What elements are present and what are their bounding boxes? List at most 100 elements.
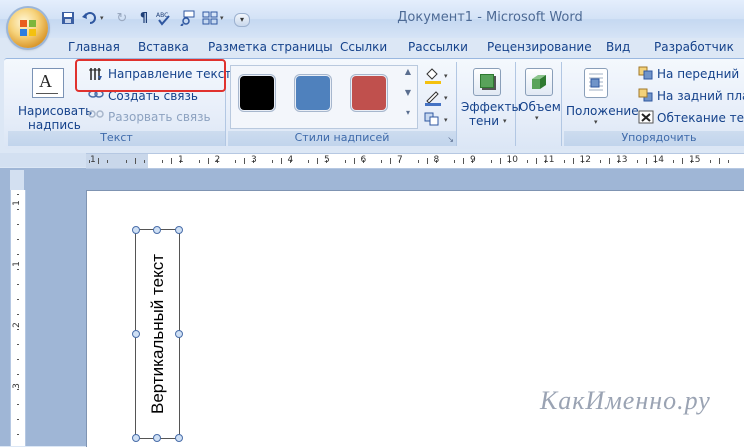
undo-dropdown-icon[interactable]: ▾: [100, 14, 104, 22]
ruler-tick: [235, 160, 237, 163]
ruler-tick: [17, 254, 19, 255]
dialog-launcher-icon[interactable]: ↘: [447, 135, 454, 144]
vertical-textbox[interactable]: Вертикальный текст: [132, 226, 183, 442]
pilcrow-icon[interactable]: ¶: [136, 10, 152, 26]
ruler-label: 6: [360, 155, 367, 165]
tab-mailings[interactable]: Рассылки: [408, 40, 468, 54]
ruler-label: 10: [506, 155, 518, 165]
resize-handle-br[interactable]: [175, 434, 183, 442]
text-group-label: Текст: [8, 131, 225, 146]
draw-textbox-label-2[interactable]: надпись: [28, 118, 81, 132]
shadow-effects-icon[interactable]: [473, 68, 501, 96]
ruler-tick: [17, 434, 19, 435]
resize-handle-tc[interactable]: [153, 226, 161, 234]
ruler-tick: [463, 158, 465, 164]
ruler-tick: [17, 344, 19, 345]
ruler-tick: [636, 160, 638, 163]
shape-fill-icon[interactable]: [424, 68, 442, 84]
ruler-tick: [271, 160, 273, 163]
ruler-tick: [499, 158, 501, 164]
shape-outline-icon[interactable]: [424, 90, 442, 106]
resize-handle-bc[interactable]: [153, 434, 161, 442]
position-icon[interactable]: [584, 68, 608, 98]
gallery-more-icon[interactable]: ▾: [402, 108, 414, 126]
gallery-scroll-down-icon[interactable]: ▼: [402, 88, 414, 106]
resize-handle-bl[interactable]: [132, 434, 140, 442]
vertical-ruler[interactable]: 1 1 2 3: [10, 190, 26, 446]
undo-icon[interactable]: [82, 10, 98, 26]
tab-page-layout[interactable]: Разметка страницы: [208, 40, 333, 54]
fill-dropdown-icon[interactable]: ▾: [444, 72, 448, 80]
ruler-label: 5: [324, 155, 330, 165]
shadow-effects-label-1[interactable]: Эффекты: [461, 100, 521, 114]
shape-dropdown-icon[interactable]: ▾: [444, 116, 448, 124]
tab-view[interactable]: Вид: [606, 40, 630, 54]
style-swatch-black[interactable]: [240, 76, 274, 110]
resize-handle-tr[interactable]: [175, 226, 183, 234]
wrap-text-icon[interactable]: [638, 110, 654, 124]
break-link-button: Разорвать связь: [108, 110, 211, 124]
resize-handle-tl[interactable]: [132, 226, 140, 234]
spellcheck-icon[interactable]: ABC: [156, 10, 172, 26]
ruler-tick: [563, 160, 565, 163]
ruler-tick: [536, 158, 538, 164]
3d-effects-label[interactable]: Объем: [519, 100, 561, 114]
3d-effects-icon[interactable]: [525, 68, 553, 96]
shadow-effects-group: Эффекты тени ▾: [459, 62, 521, 146]
shadow-effects-label-2[interactable]: тени: [469, 114, 499, 128]
ruler-label: 15: [689, 155, 701, 165]
horizontal-ruler[interactable]: 1 1 2 3 4 5 6 7 8 9 10 11 12 13 14 15: [86, 153, 744, 169]
customize-qat-icon[interactable]: ▾: [234, 13, 250, 27]
office-button[interactable]: [8, 8, 48, 48]
ruler-tick: [280, 158, 282, 164]
ruler-tick: [125, 160, 127, 163]
shadow-dropdown-icon[interactable]: ▾: [503, 117, 507, 125]
ruler-tick: [727, 160, 729, 163]
position-dropdown-icon[interactable]: ▾: [594, 118, 598, 126]
ruler-tick: [244, 158, 246, 164]
ruler-tick: [17, 389, 19, 390]
layout-dropdown-icon[interactable]: ▾: [220, 14, 224, 22]
draw-textbox-label-1[interactable]: Нарисовать: [18, 104, 92, 118]
arrange-group: Положение ▾ На передний план На задний п…: [564, 62, 744, 146]
tab-insert[interactable]: Вставка: [138, 40, 189, 54]
3d-dropdown-icon[interactable]: ▾: [535, 114, 539, 122]
tab-developer[interactable]: Разработчик: [654, 40, 734, 54]
style-swatch-red[interactable]: [352, 76, 386, 110]
layout-icon[interactable]: [202, 10, 218, 26]
resize-handle-mr[interactable]: [175, 330, 183, 338]
tab-home[interactable]: Главная: [68, 40, 120, 54]
style-swatch-blue[interactable]: [296, 76, 330, 110]
textbox-styles-label: Стили надписей: [228, 131, 456, 146]
ruler-label: 11: [543, 155, 555, 165]
ruler-label: 3: [251, 155, 257, 165]
outline-dropdown-icon[interactable]: ▾: [444, 94, 448, 102]
send-back-icon[interactable]: [638, 88, 654, 102]
tab-references[interactable]: Ссылки: [340, 40, 387, 54]
tab-review[interactable]: Рецензирование: [487, 40, 592, 54]
office-logo-icon: [20, 20, 36, 36]
ruler-label: 13: [616, 155, 628, 165]
send-back-button[interactable]: На задний план: [657, 89, 744, 103]
ruler-tick: [600, 160, 602, 163]
window-title: Документ1 - Microsoft Word: [397, 10, 583, 25]
wrap-text-button[interactable]: Обтекание текст: [657, 111, 744, 125]
textbox-content[interactable]: Вертикальный текст: [136, 230, 179, 438]
ruler-tick: [207, 158, 209, 164]
ruler-tick: [17, 374, 19, 375]
ruler-tick: [317, 158, 319, 164]
bring-front-button[interactable]: На передний план: [657, 67, 744, 81]
ruler-tick: [353, 158, 355, 164]
ruler-tick: [17, 239, 19, 240]
ruler-label: 1: [11, 200, 22, 206]
zoom-icon[interactable]: [180, 10, 196, 26]
redo-icon[interactable]: ↻: [114, 10, 130, 26]
save-icon[interactable]: [60, 10, 76, 26]
draw-textbox-icon[interactable]: A: [32, 68, 64, 98]
bring-front-icon[interactable]: [638, 66, 654, 80]
position-label[interactable]: Положение: [566, 104, 639, 118]
resize-handle-ml[interactable]: [132, 330, 140, 338]
gallery-scroll-up-icon[interactable]: ▲: [402, 67, 414, 85]
arrange-group-label: Упорядочить: [564, 131, 744, 146]
change-shape-icon[interactable]: [424, 112, 442, 126]
